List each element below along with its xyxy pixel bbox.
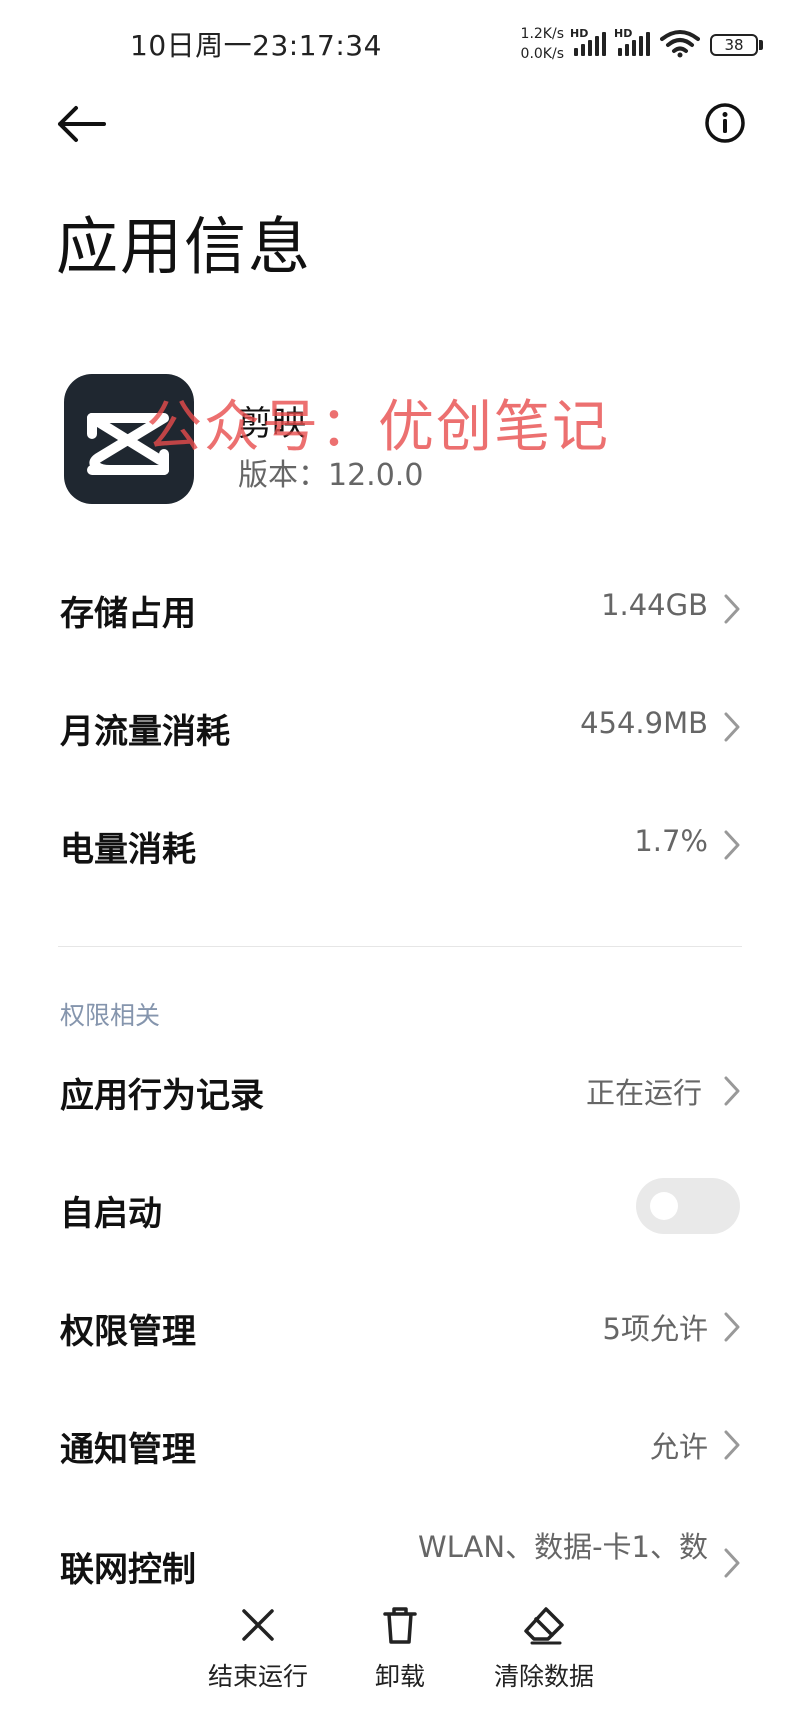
row-label: 电量消耗 [60, 830, 196, 870]
row-value: 1.7% [634, 824, 708, 858]
row-label: 权限管理 [60, 1312, 196, 1352]
force-stop-button[interactable]: 结束运行 [178, 1605, 338, 1715]
autostart-toggle[interactable] [636, 1178, 740, 1234]
row-value: 正在运行 [585, 1076, 702, 1110]
battery-usage-row[interactable]: 电量消耗 1.7% [0, 792, 800, 892]
notification-management-row[interactable]: 通知管理 允许 [0, 1392, 800, 1492]
status-bar: 10日周一23:17:34 1.2K/s 0.0K/s HD HD 38 [0, 0, 800, 90]
chevron-right-icon [724, 594, 740, 624]
eraser-icon [524, 1607, 564, 1645]
permission-management-row[interactable]: 权限管理 5项允许 [0, 1274, 800, 1374]
chevron-right-icon [724, 830, 740, 860]
row-label: 应用行为记录 [60, 1076, 264, 1116]
section-header: 权限相关 [60, 1001, 161, 1030]
uninstall-button[interactable]: 卸载 [320, 1605, 480, 1715]
trash-icon [383, 1607, 417, 1644]
action-label: 清除数据 [493, 1662, 594, 1691]
action-label: 卸载 [374, 1662, 425, 1691]
battery-icon: 38 [710, 34, 758, 56]
signal-sim1-icon: HD [570, 27, 610, 56]
status-time: 10日周一23:17:34 [130, 29, 382, 62]
net-down-speed: 0.0K/s [520, 46, 564, 62]
row-label: 存储占用 [60, 594, 196, 634]
chevron-right-icon [724, 1548, 740, 1578]
arrow-left-icon[interactable] [54, 100, 110, 148]
chevron-right-icon [724, 1076, 740, 1106]
data-usage-row[interactable]: 月流量消耗 454.9MB [0, 674, 800, 774]
app-behavior-row[interactable]: 应用行为记录 正在运行 [0, 1038, 800, 1138]
row-value: 允许 [649, 1430, 708, 1464]
storage-row[interactable]: 存储占用 1.44GB [0, 556, 800, 656]
row-label: 通知管理 [60, 1430, 196, 1470]
wifi-icon [660, 30, 700, 58]
clear-data-button[interactable]: 清除数据 [464, 1605, 624, 1715]
row-value: 1.44GB [601, 588, 708, 622]
page-title: 应用信息 [56, 210, 313, 283]
row-value: 5项允许 [602, 1312, 708, 1346]
signal-sim2-icon: HD [614, 27, 654, 56]
network-speed: 1.2K/s 0.0K/s [512, 24, 564, 64]
divider [58, 946, 742, 947]
net-up-speed: 1.2K/s [520, 26, 564, 42]
info-circle-icon[interactable] [704, 102, 746, 144]
toggle-knob [650, 1192, 678, 1220]
battery-level: 38 [724, 36, 744, 54]
watermark-text: 公众号：优创笔记 [146, 395, 610, 460]
chevron-right-icon [724, 712, 740, 742]
chevron-right-icon [724, 1312, 740, 1342]
row-label: 联网控制 [60, 1550, 196, 1590]
row-label: 自启动 [60, 1194, 162, 1234]
bottom-action-bar: 结束运行 卸载 清除数据 [0, 1585, 800, 1733]
row-label: 月流量消耗 [60, 712, 230, 752]
close-x-icon [242, 1609, 274, 1641]
chevron-right-icon [724, 1430, 740, 1460]
row-value: WLAN、数据-卡1、数 [418, 1530, 708, 1564]
action-label: 结束运行 [207, 1662, 308, 1691]
row-value: 454.9MB [580, 706, 708, 740]
